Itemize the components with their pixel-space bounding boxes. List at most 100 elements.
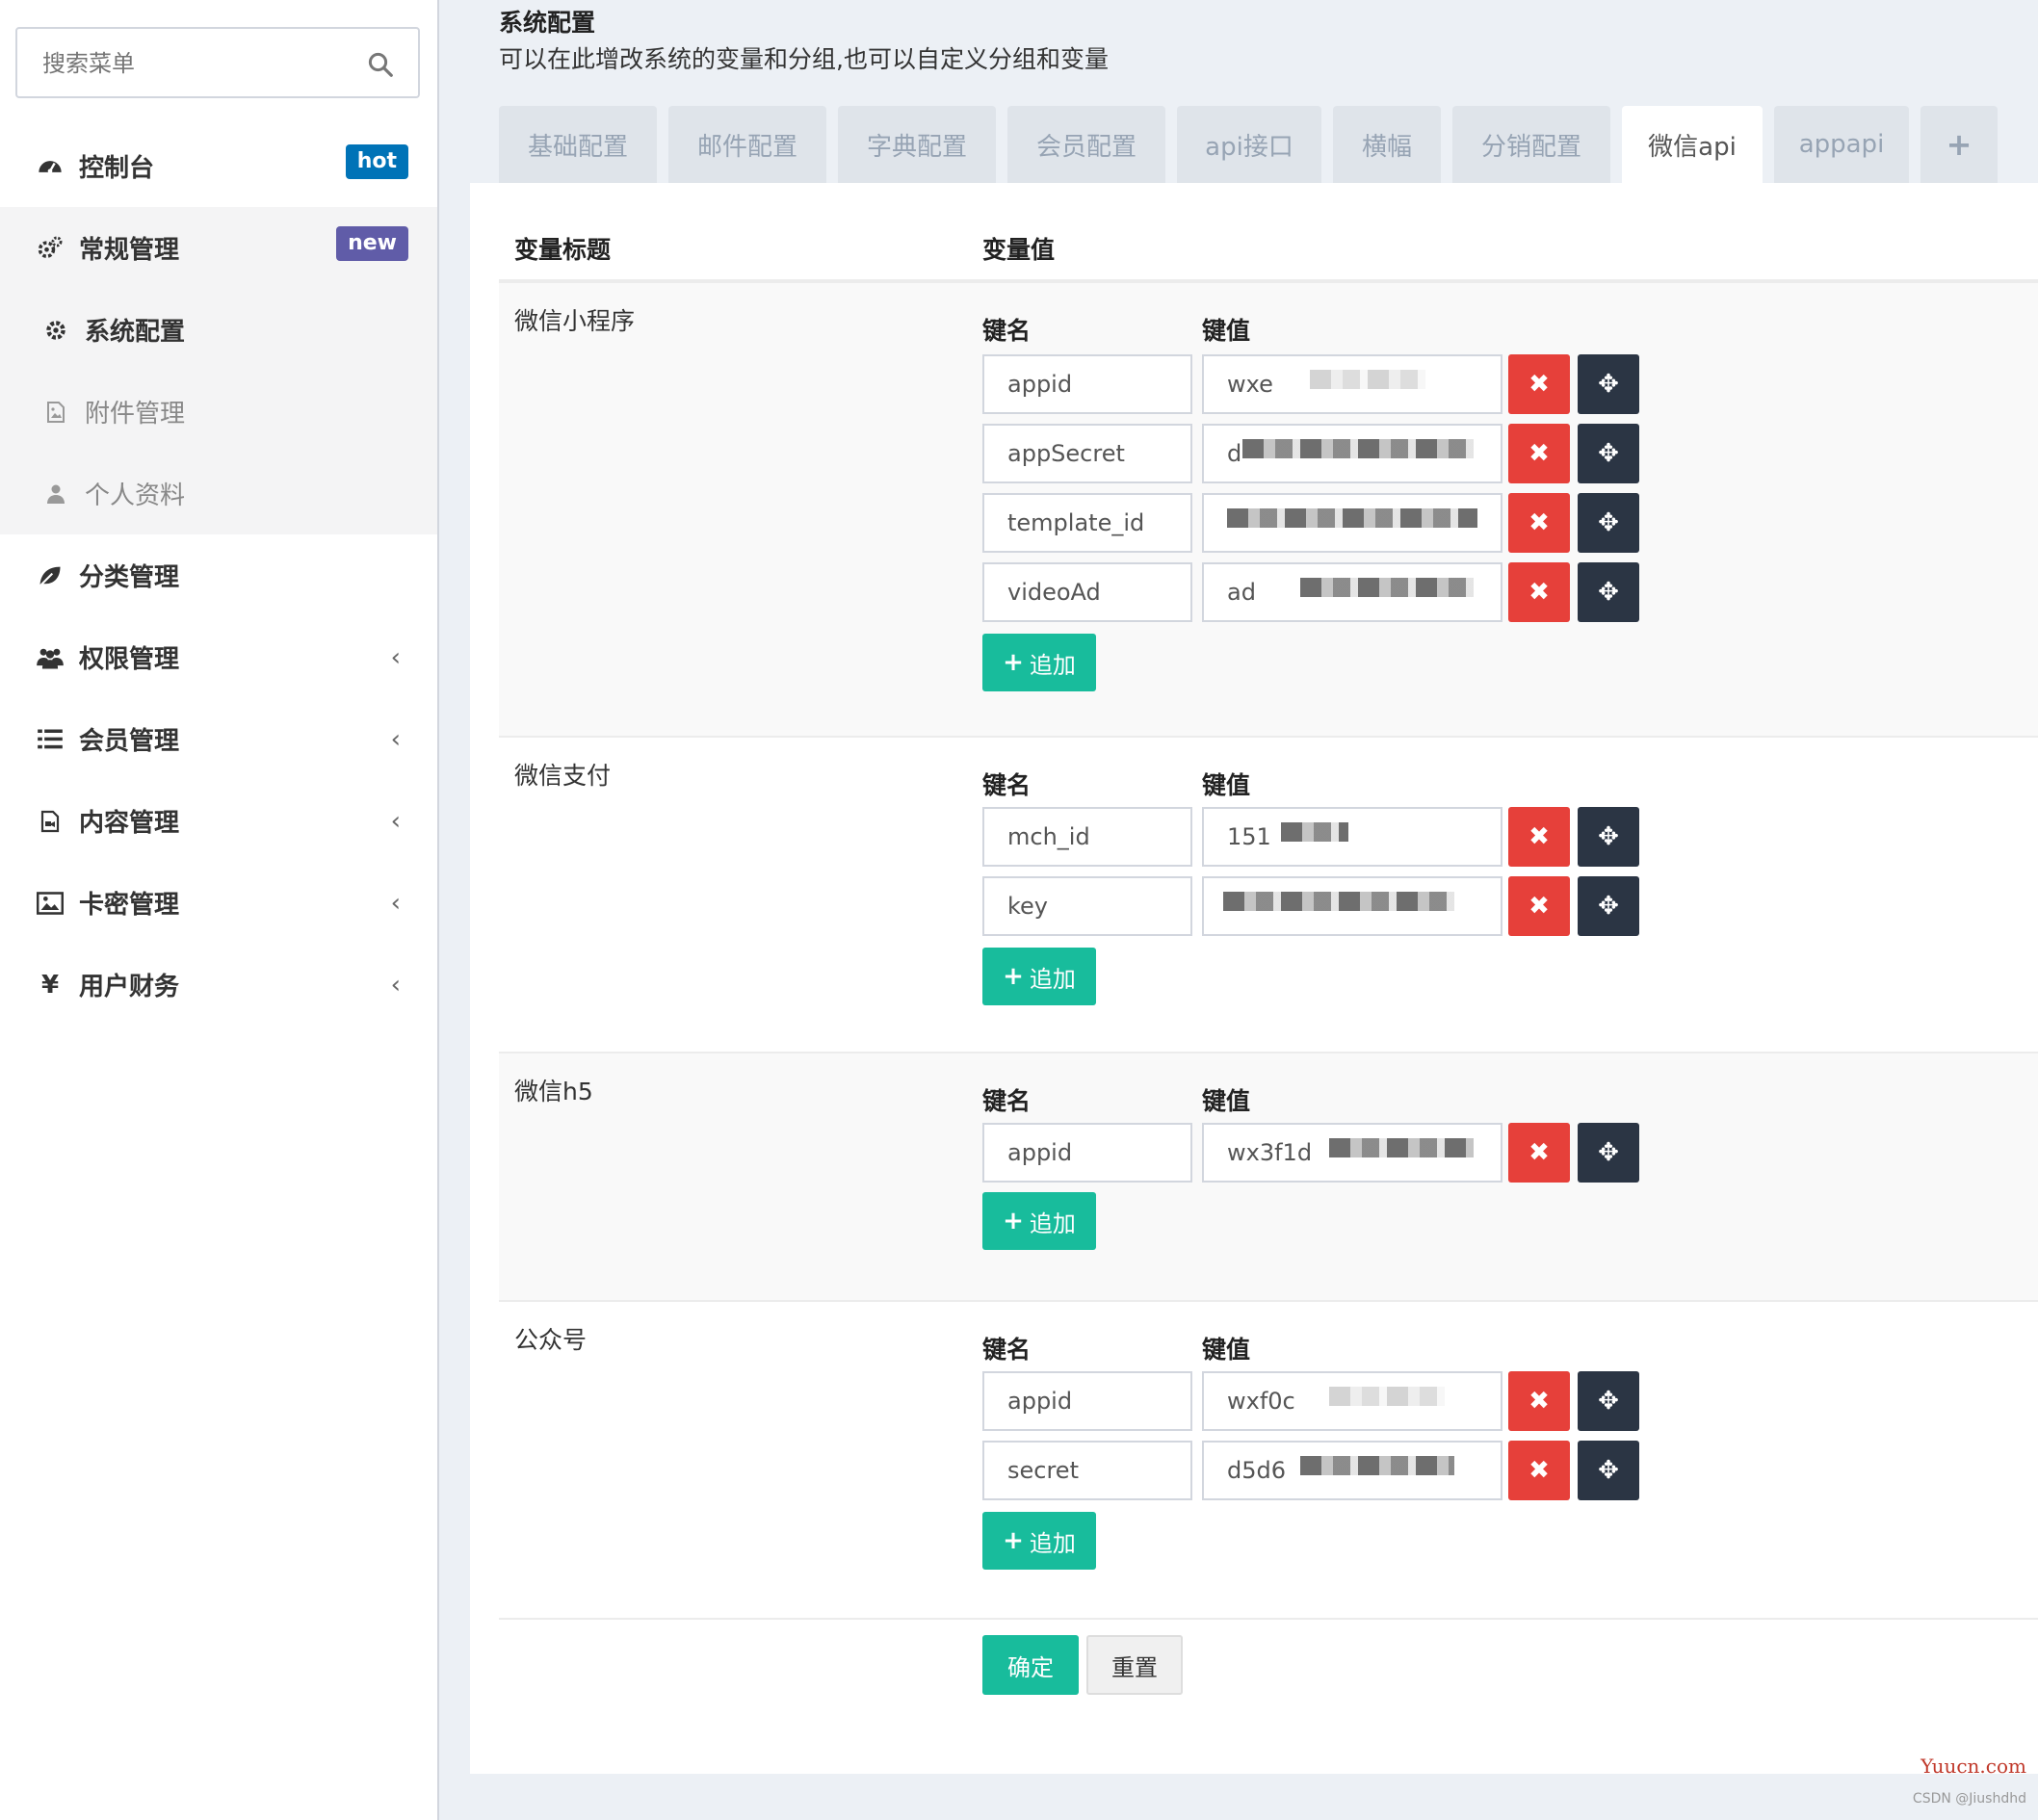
chevron-left-icon[interactable]: ‹ <box>391 643 401 672</box>
move-row-button[interactable]: ✥ <box>1578 354 1639 414</box>
sidebar-item-label: 个人资料 <box>85 481 186 510</box>
move-row-button[interactable]: ✥ <box>1578 493 1639 553</box>
tab-distribution[interactable]: 分销配置 <box>1452 106 1610 183</box>
add-row-button[interactable]: + 追加 <box>982 1512 1096 1570</box>
sidebar-item-profile[interactable]: 个人资料 <box>0 453 437 534</box>
chevron-left-icon[interactable]: ‹ <box>391 807 401 836</box>
value-input[interactable]: 151 <box>1202 807 1502 867</box>
config-group: 微信小程序 键名 键值 appid wxe ✖ ✥ appSecret d ✖ … <box>499 281 2038 736</box>
move-row-button[interactable]: ✥ <box>1578 562 1639 622</box>
page-header: 系统配置 可以在此增改系统的变量和分组,也可以自定义分组和变量 <box>499 6 1109 79</box>
move-row-button[interactable]: ✥ <box>1578 1441 1639 1500</box>
users-icon <box>35 642 65 673</box>
sidebar-item-label: 卡密管理 <box>79 891 180 920</box>
delete-row-button[interactable]: ✖ <box>1508 876 1570 936</box>
key-input[interactable]: appid <box>982 1371 1192 1431</box>
search-icon[interactable] <box>366 50 395 79</box>
add-row-button[interactable]: + 追加 <box>982 1192 1096 1250</box>
move-row-button[interactable]: ✥ <box>1578 807 1639 867</box>
sidebar-item-members[interactable]: 会员管理 ‹ <box>0 698 437 780</box>
reset-button[interactable]: 重置 <box>1086 1635 1183 1695</box>
value-input[interactable] <box>1202 876 1502 936</box>
value-input[interactable]: d5d6 <box>1202 1441 1502 1500</box>
sidebar-menu: 控制台 hot 常规管理 new 系统配置 附件管理 个人资料 分类管理 权限管… <box>0 125 437 1026</box>
sidebar-item-card-keys[interactable]: 卡密管理 ‹ <box>0 862 437 944</box>
watermark-text: Yuucn.com <box>1920 1755 2026 1778</box>
delete-row-button[interactable]: ✖ <box>1508 807 1570 867</box>
sidebar: 控制台 hot 常规管理 new 系统配置 附件管理 个 <box>0 0 439 1820</box>
add-row-button[interactable]: + 追加 <box>982 634 1096 691</box>
sidebar-item-label: 内容管理 <box>79 809 180 838</box>
key-input[interactable]: secret <box>982 1441 1192 1500</box>
value-header: 键值 <box>1202 317 1251 345</box>
redaction <box>1223 892 1454 911</box>
chevron-left-icon[interactable]: ‹ <box>391 971 401 1000</box>
value-input[interactable]: d <box>1202 424 1502 483</box>
sidebar-item-finance[interactable]: ¥ 用户财务 ‹ <box>0 944 437 1026</box>
value-input[interactable]: wxe <box>1202 354 1502 414</box>
tab-basic[interactable]: 基础配置 <box>499 106 657 183</box>
sidebar-item-label: 分类管理 <box>79 563 180 592</box>
sidebar-item-system-config[interactable]: 系统配置 <box>0 289 437 371</box>
move-row-button[interactable]: ✥ <box>1578 876 1639 936</box>
column-header-title: 变量标题 <box>514 236 612 264</box>
sidebar-item-dashboard[interactable]: 控制台 hot <box>0 125 437 207</box>
tab-email[interactable]: 邮件配置 <box>668 106 826 183</box>
key-input[interactable]: mch_id <box>982 807 1192 867</box>
key-input[interactable]: appSecret <box>982 424 1192 483</box>
chevron-left-icon[interactable]: ‹ <box>391 889 401 918</box>
divider <box>499 1618 2038 1620</box>
sidebar-item-general[interactable]: 常规管理 new <box>0 207 437 289</box>
value-header: 键值 <box>1202 1336 1251 1364</box>
tab-member[interactable]: 会员配置 <box>1007 106 1165 183</box>
add-tab-button[interactable]: + <box>1920 106 1998 183</box>
delete-row-button[interactable]: ✖ <box>1508 424 1570 483</box>
sidebar-item-permissions[interactable]: 权限管理 ‹ <box>0 616 437 698</box>
redaction <box>1310 370 1425 389</box>
sidebar-item-category[interactable]: 分类管理 <box>0 534 437 616</box>
add-row-button[interactable]: + 追加 <box>982 948 1096 1005</box>
key-input[interactable]: key <box>982 876 1192 936</box>
value-header: 键值 <box>1202 771 1251 799</box>
value-input[interactable]: wx3f1d <box>1202 1123 1502 1183</box>
key-header: 键名 <box>982 771 1032 799</box>
search-input[interactable] <box>42 44 360 83</box>
confirm-button[interactable]: 确定 <box>982 1635 1079 1695</box>
user-icon <box>40 479 71 509</box>
tab-wechat-api[interactable]: 微信api <box>1622 106 1763 183</box>
value-input[interactable] <box>1202 493 1502 553</box>
group-title: 微信小程序 <box>514 307 636 335</box>
key-input[interactable]: videoAd <box>982 562 1192 622</box>
value-input[interactable]: ad <box>1202 562 1502 622</box>
gear-icon <box>40 315 71 346</box>
value-input[interactable]: wxf0c <box>1202 1371 1502 1431</box>
plus-icon: + <box>1003 1526 1024 1555</box>
plus-icon: + <box>1003 1207 1024 1235</box>
delete-row-button[interactable]: ✖ <box>1508 493 1570 553</box>
delete-row-button[interactable]: ✖ <box>1508 354 1570 414</box>
column-header-value: 变量值 <box>982 236 1056 264</box>
tab-banner[interactable]: 横幅 <box>1333 106 1441 183</box>
tab-dictionary[interactable]: 字典配置 <box>838 106 996 183</box>
file-image-icon <box>40 397 71 428</box>
search-box[interactable] <box>15 27 420 98</box>
delete-row-button[interactable]: ✖ <box>1508 562 1570 622</box>
delete-row-button[interactable]: ✖ <box>1508 1371 1570 1431</box>
key-input[interactable]: template_id <box>982 493 1192 553</box>
tab-app-api[interactable]: appapi <box>1774 106 1909 183</box>
sidebar-item-content[interactable]: 内容管理 ‹ <box>0 780 437 862</box>
move-row-button[interactable]: ✥ <box>1578 424 1639 483</box>
config-group: 微信支付 键名 键值 mch_id 151 ✖ ✥ key ✖ ✥ + 追加 <box>499 736 2038 1052</box>
delete-row-button[interactable]: ✖ <box>1508 1441 1570 1500</box>
chevron-left-icon[interactable]: ‹ <box>391 725 401 754</box>
move-row-button[interactable]: ✥ <box>1578 1123 1639 1183</box>
key-input[interactable]: appid <box>982 1123 1192 1183</box>
key-input[interactable]: appid <box>982 354 1192 414</box>
config-panel: 变量标题 变量值 微信小程序 键名 键值 appid wxe ✖ ✥ appSe… <box>470 183 2038 1774</box>
move-row-button[interactable]: ✥ <box>1578 1371 1639 1431</box>
redaction <box>1329 1138 1474 1157</box>
sidebar-item-attachments[interactable]: 附件管理 <box>0 371 437 453</box>
yen-icon: ¥ <box>40 970 60 1000</box>
delete-row-button[interactable]: ✖ <box>1508 1123 1570 1183</box>
tab-api[interactable]: api接口 <box>1177 106 1321 183</box>
